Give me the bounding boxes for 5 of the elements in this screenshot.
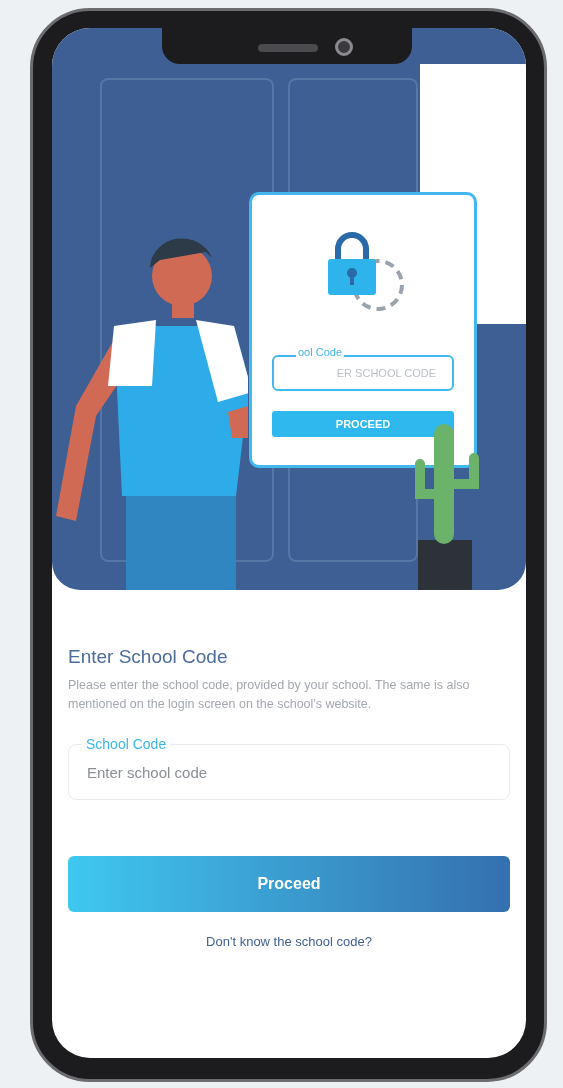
description-text: Please enter the school code, provided by your school. The same is also mentioned on the login screen on the school's website.	[68, 677, 471, 713]
help-link[interactable]: Don't know the school code?	[206, 932, 372, 952]
card-field-label: ool Code	[296, 345, 345, 359]
speaker-grille	[258, 44, 318, 52]
page-title: Enter School Code	[68, 645, 229, 669]
